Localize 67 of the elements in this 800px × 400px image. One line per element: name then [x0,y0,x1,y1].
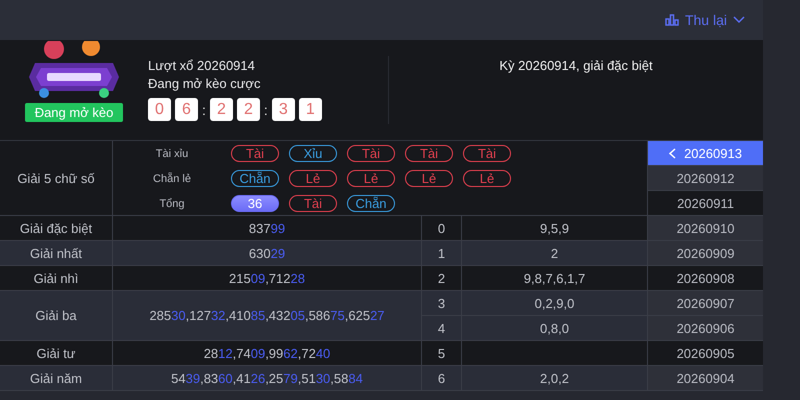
period-item[interactable]: 20260908 [648,266,763,291]
result-chip: Tài [463,145,511,162]
prize-numbers: 2812,7409,9962,7240 [113,341,422,366]
countdown-digit: 2 [210,98,233,121]
head-digits: 0,8,0 [462,316,648,341]
head-digits: 2 [462,241,648,266]
summary-row-label: Chẵn lẻ [152,172,192,184]
summary-row-label: Tổng [158,198,186,210]
period-item[interactable]: 20260905 [648,341,763,366]
result-chip: Tài [231,145,279,162]
countdown-digit: 3 [272,98,295,121]
result-chip: Lẻ [405,170,453,187]
countdown-digit: 2 [236,98,260,121]
period-item[interactable]: 20260910 [648,216,763,241]
countdown-digit: 1 [298,98,322,121]
draw-round: Lượt xổ 20260914 [148,58,256,73]
head-index: 2 [422,266,462,291]
chevron-left-icon [669,148,676,158]
time-separator: : [202,102,206,118]
prize-name: Giải nhất [0,241,113,266]
result-chip: Chẵn [347,195,395,212]
bar-chart-icon [664,14,679,26]
countdown-digit: 6 [175,98,198,121]
period-item[interactable]: 20260909 [648,241,763,266]
head-index: 0 [422,216,462,241]
period-item[interactable]: 20260913 [648,141,763,166]
summary-row-label: Tài xỉu [154,148,190,160]
period-item[interactable]: 20260906 [648,316,763,341]
result-chip: Chẵn [231,170,279,187]
head-digits: 2,0,2 [462,366,648,391]
head-index: 3 [422,291,462,316]
status-badge: Đang mở kèo [24,103,124,122]
countdown-digit: 0 [148,98,171,121]
result-chip: Tài [289,195,337,212]
time-separator: : [264,102,268,118]
result-chip: Lẻ [463,170,511,187]
prize-name: Giải tư [0,341,113,366]
period-item[interactable]: 20260912 [648,166,763,191]
head-index: 6 [422,366,462,391]
head-digits: 9,8,7,6,1,7 [462,266,648,291]
prize-name: Giải ba [0,291,113,341]
prize-numbers: 21509,71228 [113,266,422,291]
period-item[interactable]: 20260904 [648,366,763,391]
prize-numbers: 83799 [113,216,422,241]
prize-numbers: 28530,12732,41085,43205,58675,62527 [113,291,422,341]
result-chip: Lẻ [347,170,395,187]
result-chip: Tài [405,145,453,162]
head-index: 5 [422,341,462,366]
prize-name: Giải năm [0,366,113,391]
head-digits: 0,2,9,0 [462,291,648,316]
prize-name: Giải nhì [0,266,113,291]
total-chip: 36 [231,195,279,212]
period-item[interactable]: 20260907 [648,291,763,316]
head-index: 4 [422,316,462,341]
chevron-down-icon [733,16,745,24]
result-chip: Tài [347,145,395,162]
head-index: 1 [422,241,462,266]
head-digits: 9,5,9 [462,216,648,241]
prize-numbers: 5439,8360,4126,2579,5130,5884 [113,366,422,391]
result-chip: Xỉu [289,145,337,162]
result-chip: Lẻ [289,170,337,187]
result-title: Kỳ 20260914, giải đặc biệt [499,58,653,75]
summary-label: Giải 5 chữ số [0,141,113,216]
prize-name: Giải đặc biệt [0,216,113,241]
prize-numbers: 63029 [113,241,422,266]
draw-state: Đang mở kèo cược [148,76,262,91]
period-item[interactable]: 20260911 [648,191,763,216]
